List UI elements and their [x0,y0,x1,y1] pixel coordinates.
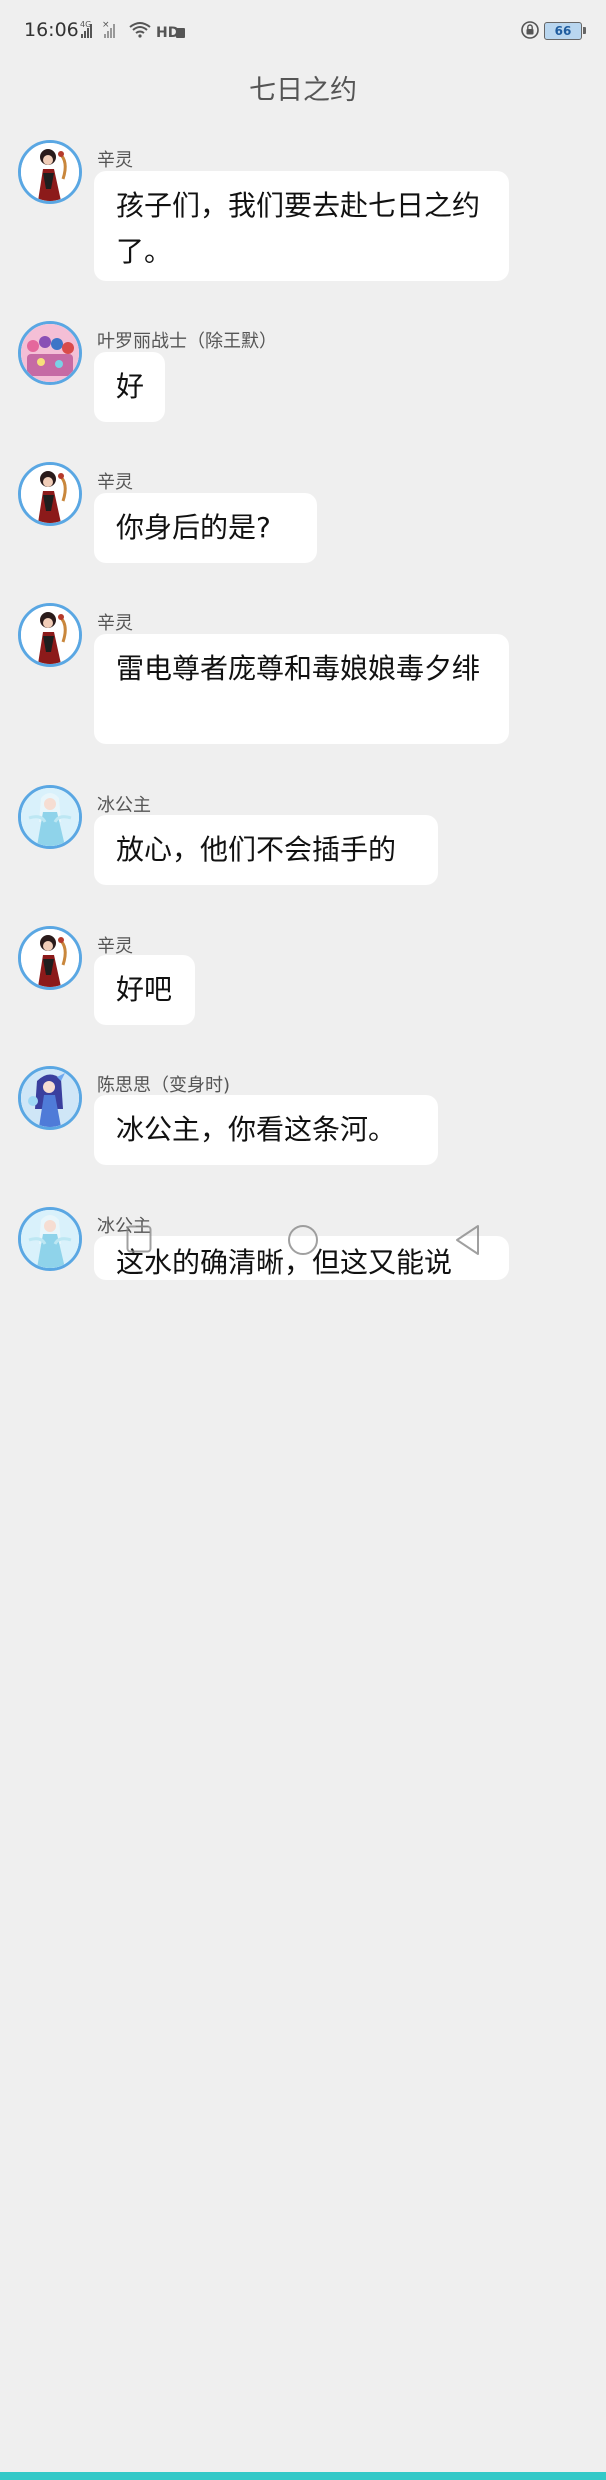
status-bar: 16:06 4G × HD 66 [0,0,606,62]
avatar-xinling[interactable] [18,926,82,990]
home-icon[interactable] [287,1224,319,1256]
lock-icon [521,21,539,39]
back-icon[interactable] [454,1224,482,1256]
sender-name: 辛灵 [97,613,133,634]
gesture-strip [0,2472,606,2480]
sender-name: 叶罗丽战士（除王默） [97,331,277,352]
battery-icon: 66 [544,22,582,40]
chat-title: 七日之约 [249,75,357,106]
signal-icon: × [102,20,115,38]
message-bubble[interactable]: 你身后的是? [94,493,317,563]
sender-name: 辛灵 [97,472,133,493]
sender-name: 陈思思（变身时) [97,1075,231,1096]
avatar-xinling[interactable] [18,603,82,667]
signal-icons: 4G × HD [80,20,185,41]
avatar-xinling[interactable] [18,462,82,526]
status-time: 16:06 [24,19,79,41]
svg-text:4G: 4G [80,20,91,29]
svg-text:HD: HD [156,25,179,41]
message-bubble[interactable]: 好 [94,352,165,422]
message-bubble[interactable]: 放心，他们不会插手的 [94,815,438,885]
recent-apps-icon[interactable] [126,1225,152,1253]
message-bubble[interactable]: 孩子们，我们要去赴七日之约了。 [94,171,509,281]
sender-name: 冰公主 [97,795,151,816]
battery-tip [583,27,586,34]
hd-icon: HD [156,25,185,41]
avatar-chen-sisi[interactable] [18,1066,82,1130]
4g-signal-icon: 4G [80,20,92,38]
avatar-ice-princess[interactable] [18,785,82,849]
sender-name: 辛灵 [97,150,133,171]
message-bubble[interactable]: 好吧 [94,955,195,1025]
avatar-yeluoli-warriors[interactable] [18,321,82,385]
message-bubble[interactable]: 雷电尊者庞尊和毒娘娘毒夕绯 [94,634,509,744]
svg-text:×: × [102,20,110,30]
avatar-xinling[interactable] [18,140,82,204]
wifi-icon [129,22,151,38]
navigation-bar [0,1200,606,2480]
message-bubble[interactable]: 冰公主，你看这条河。 [94,1095,438,1165]
